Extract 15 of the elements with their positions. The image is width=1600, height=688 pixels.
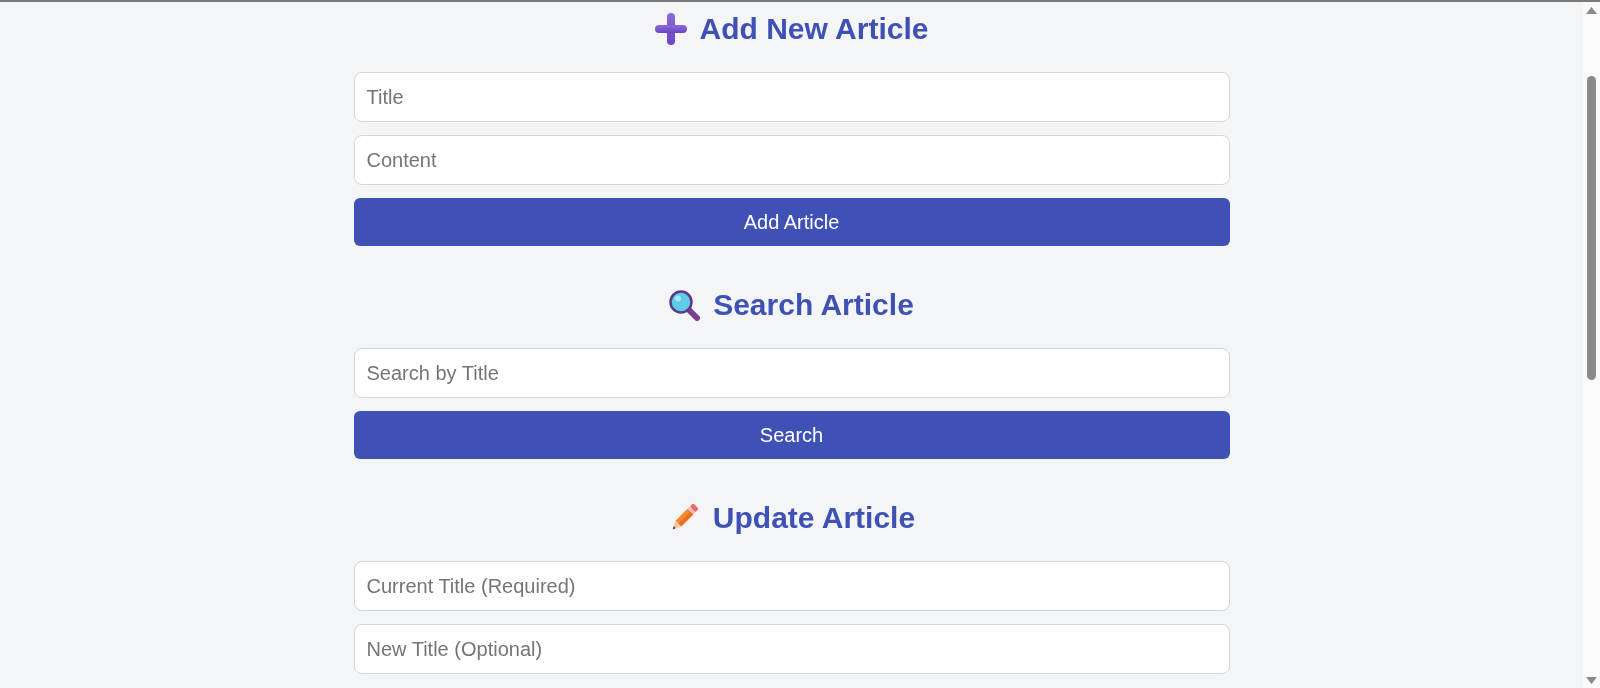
input-field[interactable]: Title (353, 72, 1230, 122)
scroll-down-arrow-icon[interactable] (1586, 677, 1597, 684)
add-article-button[interactable]: Add Article (353, 198, 1230, 246)
scrollbar-thumb[interactable] (1587, 76, 1596, 380)
search-icon (669, 289, 701, 321)
input-field[interactable]: Search by Title (353, 348, 1230, 398)
search-button[interactable]: Search (353, 411, 1230, 459)
section-heading: Search Article (713, 287, 914, 323)
plus-icon (654, 13, 687, 45)
input-field[interactable]: New Title (Optional) (353, 624, 1230, 674)
section-heading: Update Article (712, 500, 916, 536)
input-field[interactable]: Current Title (Required) (353, 561, 1230, 611)
section-heading: Add New Article (699, 11, 929, 47)
scroll-up-arrow-icon[interactable] (1586, 7, 1597, 14)
input-field[interactable]: Content (353, 135, 1230, 185)
